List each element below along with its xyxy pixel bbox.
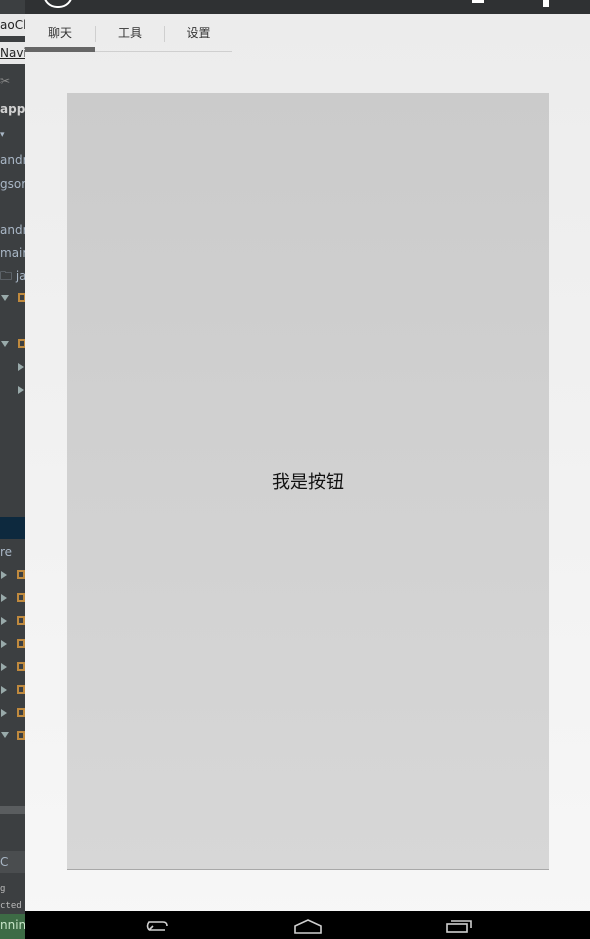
ide-tool-tab[interactable]: C bbox=[0, 851, 25, 873]
ide-folder-icon bbox=[17, 616, 25, 625]
tab-settings[interactable]: 设置 bbox=[165, 14, 232, 52]
ide-scrollbar[interactable] bbox=[0, 806, 25, 814]
overflow-menu-icon[interactable] bbox=[543, 0, 549, 7]
ide-dropdown-icon[interactable]: ▾ bbox=[0, 124, 25, 146]
ide-expand-icon[interactable] bbox=[1, 341, 9, 347]
system-nav-bar bbox=[25, 911, 590, 939]
ide-tree-item-gson[interactable]: gsor bbox=[0, 173, 25, 195]
ide-folder-icon bbox=[17, 570, 25, 579]
ide-package-icon bbox=[18, 293, 25, 302]
ide-folder-icon bbox=[17, 593, 25, 602]
app-logo-icon bbox=[43, 0, 73, 8]
ide-expand-icon[interactable] bbox=[1, 295, 9, 301]
ide-collapse-icon[interactable] bbox=[1, 594, 7, 602]
ide-collapse-icon[interactable] bbox=[1, 617, 7, 625]
ide-collapse-icon[interactable] bbox=[1, 709, 7, 717]
ide-package-icon bbox=[18, 339, 25, 348]
main-button-label: 我是按钮 bbox=[272, 472, 344, 493]
ide-collapse-icon[interactable] bbox=[18, 363, 24, 371]
ide-collapse-icon[interactable] bbox=[18, 386, 24, 394]
ide-collapse-icon[interactable] bbox=[1, 686, 7, 694]
ide-folder-icon bbox=[17, 731, 25, 740]
recent-apps-icon[interactable] bbox=[445, 919, 473, 933]
ide-collapse-icon[interactable] bbox=[1, 640, 7, 648]
ide-side-panel: aoCl Navi ✂ app ▾ andr gsor andr mair 🗀 … bbox=[0, 0, 25, 939]
ide-tree-item-res[interactable]: re bbox=[0, 541, 25, 563]
ide-title-fragment: aoCl bbox=[0, 14, 25, 36]
ide-tree-item-android[interactable]: andr bbox=[0, 149, 25, 171]
main-button[interactable]: 我是按钮 bbox=[67, 93, 549, 870]
ide-collapse-icon[interactable] bbox=[1, 663, 7, 671]
home-icon[interactable] bbox=[293, 918, 323, 934]
emulator-screen: 聊天 工具 设置 我是按钮 bbox=[25, 0, 590, 939]
back-icon[interactable] bbox=[143, 918, 169, 934]
ide-folder-icon bbox=[17, 639, 25, 648]
ide-folder-icon bbox=[17, 662, 25, 671]
ide-cut-icon[interactable]: ✂ bbox=[0, 70, 25, 92]
ide-tree-item-java[interactable]: 🗀 ja bbox=[0, 265, 25, 287]
ide-collapse-icon[interactable] bbox=[1, 571, 7, 579]
action-menu-icon[interactable] bbox=[472, 0, 484, 3]
action-bar bbox=[25, 0, 590, 14]
selected-tab-indicator bbox=[25, 47, 95, 52]
ide-folder-icon bbox=[17, 685, 25, 694]
ide-tree-item-android-2[interactable]: andr bbox=[0, 219, 25, 241]
tab-bar: 聊天 工具 设置 bbox=[25, 14, 232, 52]
ide-tree-item-main[interactable]: mair bbox=[0, 242, 25, 264]
ide-selected-row[interactable] bbox=[0, 517, 25, 539]
ide-menu-navigate[interactable]: Navi bbox=[0, 42, 25, 64]
ide-expand-icon[interactable] bbox=[1, 732, 9, 738]
ide-folder-icon bbox=[17, 708, 25, 717]
ide-status-running: nnin bbox=[0, 914, 25, 939]
tab-tools[interactable]: 工具 bbox=[96, 14, 164, 52]
ide-project-app[interactable]: app bbox=[0, 98, 25, 120]
